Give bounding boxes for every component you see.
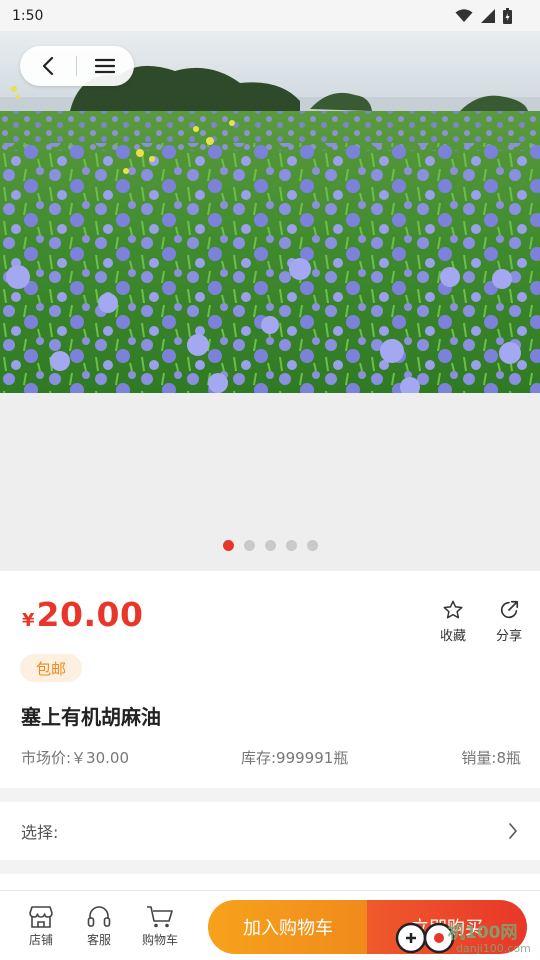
share-icon (500, 600, 519, 619)
free-shipping-tag: 包邮 (20, 654, 83, 682)
cart-tab[interactable]: 购物车 (137, 905, 183, 948)
store-icon (29, 906, 53, 928)
star-icon (443, 600, 463, 619)
product-title: 塞上有机胡麻油 (21, 705, 161, 729)
hamburger-icon (95, 58, 115, 74)
stock-count: 库存:999991瓶 (241, 749, 349, 767)
cart-label: 购物车 (141, 933, 178, 947)
chevron-left-icon (42, 56, 54, 76)
spec-select-row[interactable]: 选择: (0, 802, 540, 860)
select-label: 选择: (21, 823, 59, 842)
watermark-text: 机100网 (448, 923, 518, 943)
gallery-dot-5[interactable] (306, 540, 318, 551)
chevron-right-icon (509, 823, 517, 839)
back-button[interactable] (20, 46, 76, 86)
menu-button[interactable] (77, 46, 133, 86)
store-tab[interactable]: 店铺 (18, 905, 64, 948)
status-bar: 1:50 (0, 0, 540, 31)
service-label: 客服 (86, 933, 111, 947)
favorite-button[interactable]: 收藏 (433, 599, 473, 644)
market-price: 市场价:￥30.00 (21, 749, 129, 767)
service-tab[interactable]: 客服 (76, 905, 122, 948)
sales-count: 销量:8瓶 (461, 749, 521, 767)
wifi-icon (455, 8, 473, 22)
watermark-subtext: danji100.com (456, 942, 531, 955)
store-label: 店铺 (28, 933, 53, 947)
signal-icon (481, 8, 495, 23)
nav-pill (20, 46, 134, 86)
product-info: ¥ 20.00 收藏 分享 包邮 塞上有机胡麻油 市场价:￥30.00 库存:9… (0, 571, 540, 788)
favorite-label: 收藏 (439, 629, 466, 644)
product-price: ¥ 20.00 (22, 595, 143, 634)
status-icons (455, 7, 512, 24)
gallery-dot-2[interactable] (243, 540, 255, 551)
price-value: 20.00 (36, 595, 144, 634)
share-button[interactable]: 分享 (489, 599, 529, 644)
gallery-dot-1[interactable] (222, 540, 234, 551)
currency-symbol: ¥ (22, 610, 35, 631)
gallery-dot-4[interactable] (285, 540, 297, 551)
add-to-cart-button[interactable]: 加入购物车 (208, 900, 368, 954)
status-time: 1:50 (12, 7, 44, 24)
battery-icon (503, 7, 512, 24)
product-gallery[interactable] (0, 31, 540, 571)
cart-icon (147, 906, 173, 928)
share-label: 分享 (495, 629, 522, 644)
headset-icon (87, 906, 111, 927)
gallery-dot-3[interactable] (264, 540, 276, 551)
gallery-dots (0, 540, 540, 551)
